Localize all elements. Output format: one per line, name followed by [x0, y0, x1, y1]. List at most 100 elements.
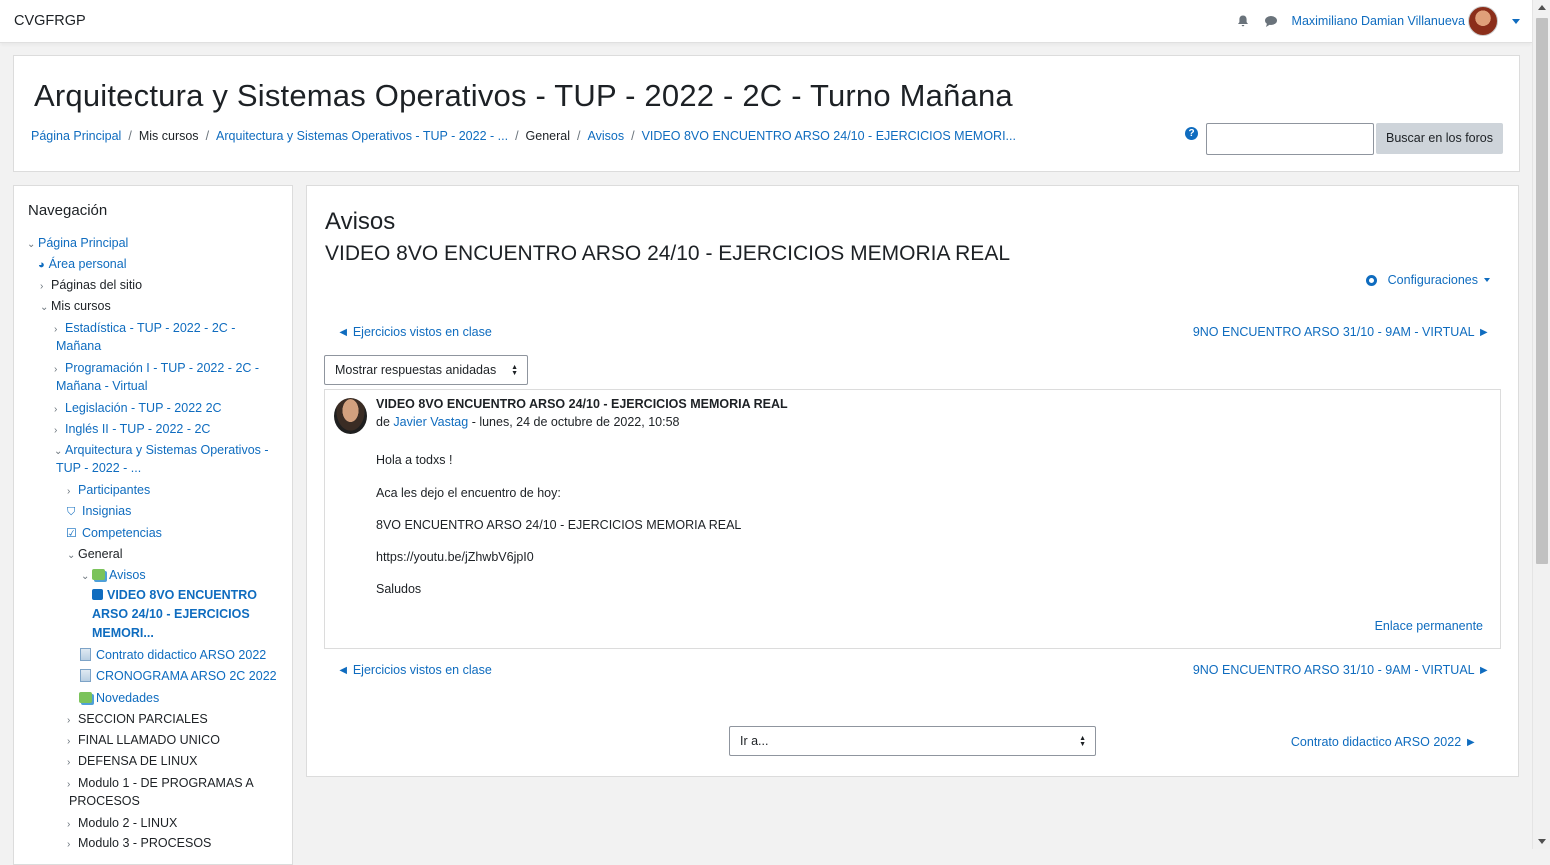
- chevron-down-icon[interactable]: ⌄: [81, 568, 92, 586]
- post-date: - lunes, 24 de octubre de 2022, 10:58: [471, 415, 680, 429]
- scroll-up-arrow-icon[interactable]: [1538, 5, 1546, 10]
- help-icon[interactable]: ?: [1185, 127, 1198, 140]
- nav-item-course-programacion-cont[interactable]: Mañana - Virtual: [56, 377, 148, 395]
- post-paragraph: Hola a todxs !: [376, 453, 453, 467]
- checkbox-icon: ☑: [66, 526, 77, 540]
- chevron-right-icon[interactable]: ›: [67, 733, 78, 751]
- nav-item-section-defensa[interactable]: › DEFENSA DE LINUX: [67, 752, 197, 772]
- prev-discussion-link-bottom[interactable]: ◄ Ejercicios vistos en clase: [337, 663, 492, 677]
- next-discussion-link-bottom[interactable]: 9NO ENCUENTRO ARSO 31/10 - 9AM - VIRTUAL…: [1193, 663, 1490, 677]
- file-icon: [80, 669, 91, 682]
- jump-to-select[interactable]: Ir a... ▲ ▼: [729, 726, 1096, 756]
- nav-item-my-courses[interactable]: ⌄ Mis cursos: [40, 297, 111, 317]
- chevron-down-icon[interactable]: ⌄: [40, 299, 51, 317]
- square-bullet-icon: [92, 589, 103, 600]
- next-activity-link[interactable]: Contrato didactico ARSO 2022 ►: [1291, 735, 1477, 749]
- prev-discussion-link[interactable]: ◄ Ejercicios vistos en clase: [337, 325, 492, 339]
- nav-item-section-final[interactable]: › FINAL LLAMADO UNICO: [67, 731, 220, 751]
- navigation-block: Navegación ⌄ Página Principal ◕ Área perso…: [13, 185, 293, 865]
- nav-item-general[interactable]: ⌄ General: [67, 545, 122, 565]
- breadcrumb-separator: /: [631, 129, 635, 143]
- settings-label[interactable]: Configuraciones: [1388, 273, 1478, 287]
- nav-item-home[interactable]: ⌄ Página Principal: [27, 234, 128, 254]
- gear-icon[interactable]: [1365, 274, 1377, 286]
- breadcrumb-separator: /: [128, 129, 132, 143]
- breadcrumb-course[interactable]: Arquitectura y Sistemas Operativos - TUP…: [216, 129, 508, 143]
- page-header: Arquitectura y Sistemas Operativos - TUP…: [13, 55, 1520, 172]
- chevron-right-icon[interactable]: ›: [54, 422, 65, 440]
- breadcrumb-home[interactable]: Página Principal: [31, 129, 121, 143]
- navigation-title: Navegación: [28, 202, 108, 219]
- nav-item-section-parciales[interactable]: › SECCION PARCIALES: [67, 710, 208, 730]
- chat-icon[interactable]: [1264, 14, 1278, 28]
- shield-icon: ⛉: [67, 506, 76, 518]
- post-author-link[interactable]: Javier Vastag: [393, 415, 468, 429]
- nav-item-course-arso[interactable]: ⌄ Arquitectura y Sistemas Operativos -: [54, 441, 269, 461]
- nav-item-section-modulo1-cont[interactable]: PROCESOS: [69, 792, 140, 810]
- nav-item-dashboard[interactable]: ◕ Área personal: [38, 255, 126, 274]
- nav-item-current-discussion[interactable]: VIDEO 8VO ENCUENTRO: [92, 586, 257, 605]
- nav-item-novedades[interactable]: Novedades: [79, 689, 159, 707]
- breadcrumb-discussion[interactable]: VIDEO 8VO ENCUENTRO ARSO 24/10 - EJERCIC…: [642, 129, 1016, 143]
- nav-item-course-estadistica-cont[interactable]: Mañana: [56, 337, 101, 355]
- user-avatar[interactable]: [1468, 6, 1498, 36]
- next-discussion-link[interactable]: 9NO ENCUENTRO ARSO 31/10 - 9AM - VIRTUAL…: [1193, 325, 1490, 339]
- breadcrumb-forum[interactable]: Avisos: [588, 129, 625, 143]
- post-subject: VIDEO 8VO ENCUENTRO ARSO 24/10 - EJERCIC…: [376, 397, 788, 411]
- nav-item-course-ingles[interactable]: › Inglés II - TUP - 2022 - 2C: [54, 420, 210, 440]
- select-arrows-icon: ▲ ▼: [511, 364, 518, 377]
- chevron-down-icon[interactable]: ⌄: [67, 547, 78, 565]
- chevron-right-icon[interactable]: ›: [67, 754, 78, 772]
- nav-item-course-legislacion[interactable]: › Legislación - TUP - 2022 2C: [54, 399, 222, 419]
- chevron-down-icon[interactable]: [1484, 278, 1490, 282]
- chevron-right-icon[interactable]: ›: [67, 712, 78, 730]
- chevron-down-icon[interactable]: [1512, 18, 1520, 24]
- nav-item-current-discussion-cont[interactable]: MEMORI...: [92, 624, 154, 643]
- site-brand[interactable]: CVGFRGP: [14, 13, 86, 29]
- nav-item-site-pages[interactable]: › Páginas del sitio: [40, 276, 142, 296]
- breadcrumb: Página Principal / Mis cursos / Arquitec…: [31, 129, 1016, 143]
- jump-to-value: Ir a...: [740, 734, 769, 748]
- permalink-link[interactable]: Enlace permanente: [1375, 619, 1483, 633]
- chevron-right-icon[interactable]: ›: [67, 483, 78, 501]
- post-byline: de Javier Vastag - lunes, 24 de octubre …: [376, 415, 679, 429]
- bell-icon[interactable]: [1236, 14, 1250, 28]
- chevron-right-icon[interactable]: ›: [40, 278, 51, 296]
- nav-item-competencies[interactable]: ☑ Competencias: [66, 524, 162, 542]
- nav-item-course-programacion[interactable]: › Programación I - TUP - 2022 - 2C -: [54, 359, 259, 379]
- chevron-right-icon[interactable]: ›: [67, 836, 78, 854]
- nav-item-current-discussion-cont[interactable]: ARSO 24/10 - EJERCICIOS: [92, 605, 250, 624]
- nav-item-participants[interactable]: › Participantes: [67, 481, 150, 501]
- display-mode-select[interactable]: Mostrar respuestas anidadas ▲ ▼: [324, 355, 528, 385]
- post-paragraph: https://youtu.be/jZhwbV6jpI0: [376, 550, 534, 564]
- author-avatar[interactable]: [334, 398, 367, 434]
- forum-search-input[interactable]: [1206, 123, 1374, 155]
- post-paragraph: 8VO ENCUENTRO ARSO 24/10 - EJERCICIOS ME…: [376, 518, 742, 532]
- nav-item-section-modulo2[interactable]: › Modulo 2 - LINUX: [67, 814, 177, 834]
- forum-search-button[interactable]: Buscar en los foros: [1376, 123, 1503, 154]
- chevron-right-icon[interactable]: ›: [67, 816, 78, 834]
- breadcrumb-section: General: [525, 129, 571, 143]
- nav-item-cronograma[interactable]: CRONOGRAMA ARSO 2C 2022: [80, 667, 277, 685]
- settings-menu[interactable]: Configuraciones: [1365, 273, 1490, 287]
- discussion-title: VIDEO 8VO ENCUENTRO ARSO 24/10 - EJERCIC…: [325, 242, 1011, 265]
- nav-item-course-estadistica[interactable]: › Estadística - TUP - 2022 - 2C -: [54, 319, 235, 339]
- chevron-right-icon[interactable]: ›: [54, 401, 65, 419]
- chevron-down-icon[interactable]: ⌄: [27, 236, 38, 254]
- nav-item-course-arso-cont[interactable]: TUP - 2022 - ...: [56, 459, 141, 477]
- main-content: Avisos VIDEO 8VO ENCUENTRO ARSO 24/10 - …: [306, 185, 1519, 777]
- nav-item-badges[interactable]: ⛉ Insignias: [67, 502, 131, 521]
- breadcrumb-my-courses: Mis cursos: [138, 129, 199, 143]
- nav-item-section-modulo1[interactable]: › Modulo 1 - DE PROGRAMAS A: [67, 774, 254, 794]
- forum-post: VIDEO 8VO ENCUENTRO ARSO 24/10 - EJERCIC…: [324, 389, 1501, 649]
- nav-item-avisos[interactable]: ⌄ Avisos: [81, 566, 146, 586]
- nav-item-section-modulo3[interactable]: › Modulo 3 - PROCESOS: [67, 834, 211, 854]
- display-mode-value: Mostrar respuestas anidadas: [335, 363, 497, 377]
- nav-item-contrato[interactable]: Contrato didactico ARSO 2022: [80, 646, 266, 664]
- scroll-thumb[interactable]: [1536, 18, 1548, 564]
- forum-icon: [79, 692, 92, 703]
- page-scrollbar[interactable]: [1532, 0, 1550, 849]
- scroll-down-arrow-icon[interactable]: [1538, 839, 1546, 844]
- user-name[interactable]: Maximiliano Damian Villanueva: [1292, 14, 1465, 28]
- file-icon: [80, 648, 91, 661]
